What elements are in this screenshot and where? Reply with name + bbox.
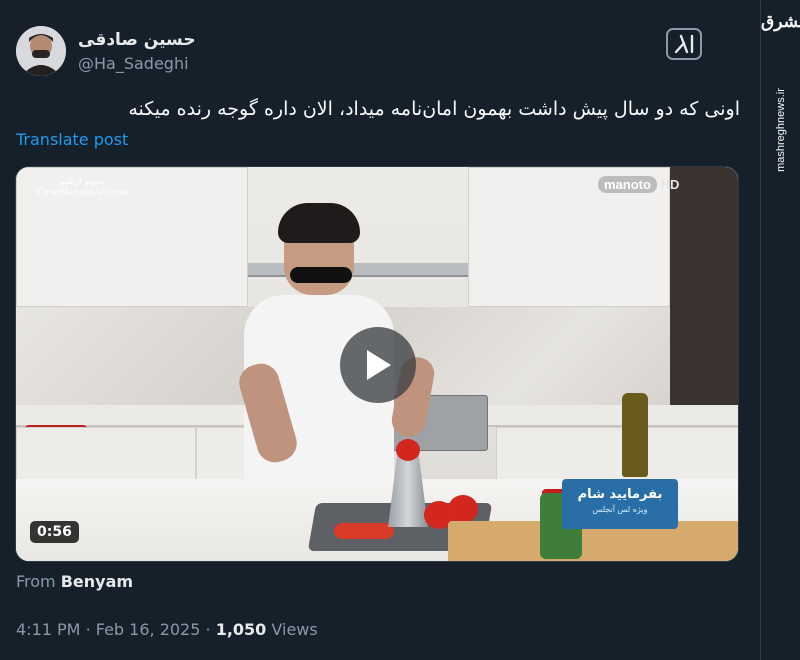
video-player[interactable]: منوتو آرشیو T.me/ManotoArchive manoto HD… [15, 166, 739, 562]
avatar[interactable] [16, 26, 66, 76]
meta-separator: · [205, 620, 211, 639]
site-logo: مشرق [761, 12, 800, 32]
meta-separator: · [85, 620, 91, 639]
views-label: Views [271, 620, 318, 639]
attribution-source[interactable]: Benyam [61, 572, 133, 591]
play-button[interactable] [340, 327, 416, 403]
avatar-image [16, 26, 66, 76]
person-hair [278, 203, 360, 243]
play-icon [367, 350, 391, 380]
grok-icon [674, 34, 694, 54]
tweet-meta: 4:11 PM · Feb 16, 2025 · 1,050 Views [16, 620, 318, 639]
post-date[interactable]: Feb 16, 2025 [96, 620, 201, 639]
views-count: 1,050 [215, 620, 267, 639]
translate-post-link[interactable]: Translate post [16, 130, 128, 149]
show-subtitle: ویژه لس آنجلس [592, 505, 648, 514]
range-hood [248, 263, 468, 277]
channel-suffix: HD [660, 177, 680, 192]
author-name[interactable]: حسین صادقی [78, 30, 196, 50]
tweet-header: حسین صادقی @Ha_Sadeghi [16, 24, 756, 78]
archive-watermark: منوتو آرشیو T.me/ManotoArchive [36, 177, 128, 199]
grok-button[interactable] [666, 28, 702, 60]
oil-bottle [622, 393, 648, 477]
tomato [448, 495, 478, 523]
show-title: بفرمایید شام [577, 487, 663, 502]
tomato [396, 439, 420, 461]
video-attribution: From Benyam [16, 572, 133, 591]
video-duration: 0:56 [30, 521, 79, 543]
site-watermark: mashreghnews.ir [775, 88, 787, 172]
archive-title: منوتو آرشیو [59, 177, 104, 187]
author-handle[interactable]: @Ha_Sadeghi [78, 54, 189, 73]
attribution-prefix: From [16, 572, 56, 591]
dark-cabinet [670, 167, 738, 407]
grated-tomato [334, 523, 394, 539]
channel-logo: manoto HD [598, 176, 680, 193]
channel-name: manoto [598, 176, 657, 193]
news-site-sidebar: مشرق mashreghnews.ir [760, 0, 800, 660]
tweet-text: اونی که دو سال پیش داشت بهمون امان‌نامه … [128, 98, 740, 120]
archive-link: T.me/ManotoArchive [36, 188, 128, 198]
sunglasses [290, 267, 352, 283]
post-time[interactable]: 4:11 PM [16, 620, 80, 639]
show-title-card: بفرمایید شام ویژه لس آنجلس [562, 479, 678, 529]
